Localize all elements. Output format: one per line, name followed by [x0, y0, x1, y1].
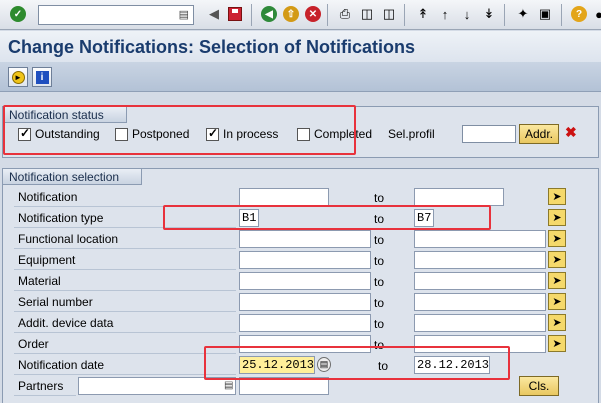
delete-icon[interactable]: ✖ — [565, 124, 577, 141]
multiple-selection-icon[interactable]: ➤ — [548, 251, 566, 268]
to-label: to — [374, 275, 385, 289]
to-label: to — [374, 191, 385, 205]
customize-layout-icon[interactable]: ● — [590, 5, 601, 23]
notification-date-highlight — [204, 346, 510, 380]
functional-location-to-input[interactable] — [414, 230, 546, 248]
title-bar: Change Notifications: Selection of Notif… — [0, 31, 601, 62]
application-toolbar: ► i — [0, 62, 601, 92]
serial-number-to-input[interactable] — [414, 293, 546, 311]
print-icon[interactable]: ⎙ — [336, 5, 354, 23]
partners-dropdown-icon[interactable]: ▤ — [224, 380, 233, 391]
cancel-icon[interactable]: ✕ — [304, 5, 322, 23]
page-title: Change Notifications: Selection of Notif… — [8, 37, 416, 57]
back-arrow-icon[interactable]: ◀ — [205, 5, 223, 23]
notification-selection-header: Notification selection — [3, 169, 143, 185]
notification-type-highlight — [163, 205, 491, 230]
serial-number-from-input[interactable] — [239, 293, 371, 311]
sel-profil-label: Sel.profil — [388, 127, 435, 141]
material-from-input[interactable] — [239, 272, 371, 290]
material-label: Material — [14, 273, 236, 291]
multiple-selection-icon[interactable]: ➤ — [548, 272, 566, 289]
functional-location-label: Functional location — [14, 231, 236, 249]
to-label: to — [374, 254, 385, 268]
equipment-label: Equipment — [14, 252, 236, 270]
enter-icon[interactable]: ✓ — [9, 5, 27, 23]
material-to-input[interactable] — [414, 272, 546, 290]
multiple-selection-icon[interactable]: ➤ — [548, 209, 566, 226]
addr-button[interactable]: Addr. — [519, 124, 559, 144]
back-icon[interactable]: ◀ — [260, 5, 278, 23]
info-icon[interactable]: i — [32, 67, 52, 87]
equipment-from-input[interactable] — [239, 251, 371, 269]
notification-to-input[interactable] — [414, 188, 504, 206]
order-label: Order — [14, 336, 236, 354]
find-next-icon[interactable]: ◫ — [380, 5, 398, 23]
multiple-selection-icon[interactable]: ➤ — [548, 314, 566, 331]
multiple-selection-icon[interactable]: ➤ — [548, 188, 566, 205]
notification-date-label: Notification date — [14, 357, 236, 375]
multiple-selection-icon[interactable]: ➤ — [548, 293, 566, 310]
to-label: to — [374, 317, 385, 331]
addit-device-data-from-input[interactable] — [239, 314, 371, 332]
multiple-selection-icon[interactable]: ➤ — [548, 230, 566, 247]
sel-profil-input[interactable] — [462, 125, 516, 143]
to-label: to — [374, 233, 385, 247]
system-toolbar: ✓ ▤ ◀ ◀ ⇧ ✕ ⎙ ◫ ◫ ↟ ↑ ↓ ↡ ✦ ▣ ? ● — [0, 0, 601, 30]
command-field-dropdown-icon[interactable]: ▤ — [179, 8, 189, 21]
addit-device-data-label: Addit. device data — [14, 315, 236, 333]
notification-from-input[interactable] — [239, 188, 329, 206]
partners-label: Partners — [14, 378, 76, 396]
create-session-icon[interactable]: ✦ — [514, 5, 532, 23]
find-icon[interactable]: ◫ — [358, 5, 376, 23]
equipment-to-input[interactable] — [414, 251, 546, 269]
shortcut-icon[interactable]: ▣ — [536, 5, 554, 23]
cls-button[interactable]: Cls. — [519, 376, 559, 396]
to-label: to — [374, 296, 385, 310]
addit-device-data-to-input[interactable] — [414, 314, 546, 332]
functional-location-from-input[interactable] — [239, 230, 371, 248]
execute-icon[interactable]: ► — [8, 67, 28, 87]
first-page-icon[interactable]: ↟ — [414, 5, 432, 23]
previous-page-icon[interactable]: ↑ — [436, 5, 454, 23]
command-field[interactable]: ▤ — [38, 5, 194, 25]
status-highlight — [3, 105, 356, 155]
multiple-selection-icon[interactable]: ➤ — [548, 335, 566, 352]
exit-icon[interactable]: ⇧ — [282, 5, 300, 23]
next-page-icon[interactable]: ↓ — [458, 5, 476, 23]
serial-number-label: Serial number — [14, 294, 236, 312]
save-icon[interactable] — [226, 5, 244, 23]
last-page-icon[interactable]: ↡ — [480, 5, 498, 23]
help-icon[interactable]: ? — [570, 5, 588, 23]
